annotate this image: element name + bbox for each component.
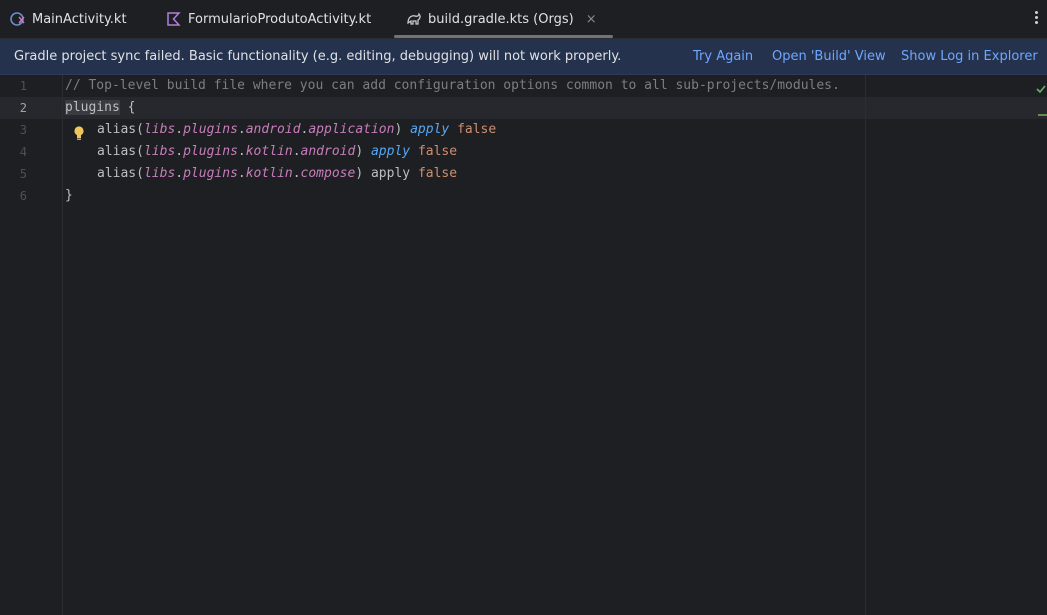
line-number: 6: [19, 189, 27, 203]
open-build-view-link[interactable]: Open 'Build' View: [772, 49, 886, 64]
android-ref: android: [245, 122, 301, 137]
dot: .: [237, 144, 246, 159]
plugins-ref: plugins: [183, 122, 238, 137]
show-log-link[interactable]: Show Log in Explorer: [901, 49, 1038, 64]
line-number: 4: [19, 145, 27, 159]
libs-ref: libs: [143, 166, 176, 181]
libs-ref: libs: [143, 144, 176, 159]
dot: .: [175, 166, 184, 181]
false-literal: false: [457, 122, 497, 137]
compose-ref: compose: [300, 166, 356, 181]
scrollbar-marker: [1038, 114, 1047, 116]
sync-failed-banner: Gradle project sync failed. Basic functi…: [0, 39, 1047, 75]
plugins-ref: plugins: [183, 166, 238, 181]
alias-call: alias(: [97, 166, 144, 181]
code-line-5: alias(libs.plugins.kotlin.compose) apply…: [97, 163, 457, 185]
plugins-ref: plugins: [183, 144, 238, 159]
brace-close: }: [65, 188, 73, 203]
kotlin-ref: kotlin: [245, 166, 293, 181]
tab-main-activity[interactable]: MainActivity.kt: [10, 0, 127, 38]
android-ref: android: [300, 144, 356, 159]
code-editor[interactable]: 1 2 3 4 5 6 // Top-level build file wher…: [0, 75, 1047, 615]
tab-build-gradle[interactable]: build.gradle.kts (Orgs) ×: [394, 0, 613, 38]
false-literal: false: [417, 166, 458, 181]
try-again-link[interactable]: Try Again: [693, 49, 753, 64]
code-line-2: plugins {: [65, 97, 135, 119]
libs-ref: libs: [143, 122, 176, 137]
line-number: 3: [19, 123, 27, 137]
false-literal: false: [417, 144, 458, 159]
code-line-4: alias(libs.plugins.kotlin.android) apply…: [97, 141, 457, 163]
application-ref: application: [308, 122, 395, 137]
no-problems-check-icon[interactable]: [1036, 79, 1046, 94]
kotlin-class-icon: [10, 11, 26, 27]
tab-label: FormularioProdutoActivity.kt: [188, 11, 372, 27]
line-number: 1: [19, 79, 27, 93]
more-options-icon[interactable]: [1033, 10, 1039, 28]
line-number: 2: [19, 101, 27, 115]
kotlin-file-icon: [166, 11, 182, 27]
lightbulb-icon[interactable]: [73, 125, 85, 141]
gradle-icon: [406, 11, 422, 27]
apply-call: apply: [370, 144, 411, 159]
active-tab-indicator: [394, 35, 613, 38]
dot: .: [292, 144, 301, 159]
caret-line-highlight: [0, 97, 1047, 119]
tab-formulario-produto[interactable]: FormularioProdutoActivity.kt: [166, 0, 371, 38]
close-icon[interactable]: ×: [586, 12, 597, 27]
code-line-3: alias(libs.plugins.android.application) …: [97, 119, 496, 141]
editor-tab-bar: MainActivity.kt FormularioProdutoActivit…: [0, 0, 1047, 39]
dot: .: [292, 166, 301, 181]
dot: .: [175, 122, 184, 137]
tab-label: build.gradle.kts (Orgs): [428, 11, 574, 27]
apply-call: apply: [370, 166, 411, 181]
comment: // Top-level build file where you can ad…: [65, 78, 840, 93]
alias-call: alias(: [97, 122, 144, 137]
kotlin-ref: kotlin: [245, 144, 293, 159]
brace-open: {: [119, 100, 136, 115]
tab-label: MainActivity.kt: [32, 11, 127, 27]
dot: .: [237, 122, 246, 137]
close-paren: ): [394, 122, 411, 137]
dot: .: [237, 166, 246, 181]
close-paren: ): [355, 144, 371, 159]
dot: .: [175, 144, 184, 159]
code-line-6: }: [65, 185, 73, 207]
line-number: 5: [19, 167, 27, 181]
apply-call: apply: [410, 122, 450, 137]
right-margin-guide: [865, 75, 866, 615]
plugins-keyword: plugins: [65, 100, 120, 115]
code-line-1: // Top-level build file where you can ad…: [65, 75, 840, 97]
alias-call: alias(: [97, 144, 144, 159]
banner-message: Gradle project sync failed. Basic functi…: [14, 49, 622, 64]
close-paren: ): [355, 166, 371, 181]
